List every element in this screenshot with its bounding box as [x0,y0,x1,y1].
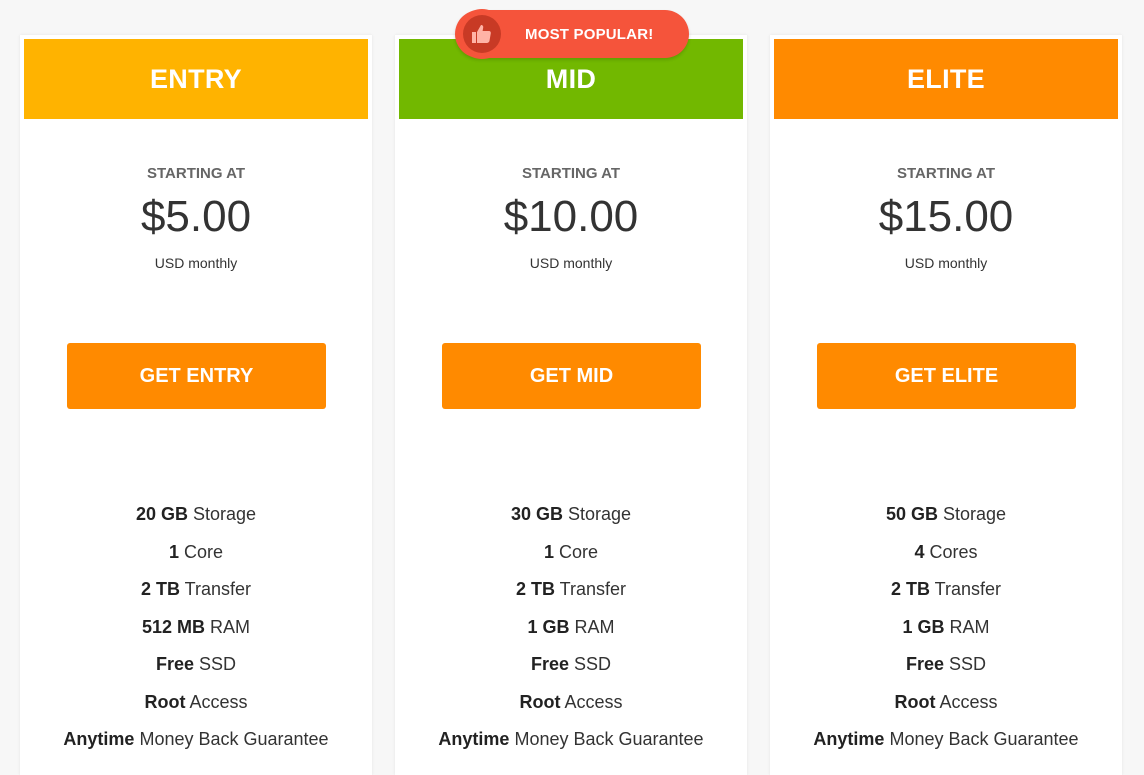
plan-card-elite: ELITE STARTING AT $15.00 USD monthly GET… [770,35,1122,775]
plan-card-entry: ENTRY STARTING AT $5.00 USD monthly GET … [20,35,372,775]
feature-item: 2 TB Transfer [515,579,627,599]
starting-at-label: STARTING AT [521,165,621,182]
starting-at-label: STARTING AT [146,165,246,182]
feature-item: 50 GB Storage [885,504,1007,524]
feature-item: Anytime Money Back Guarantee [438,729,704,749]
feature-item: 4 Cores [914,541,978,562]
feature-item: Free SSD [530,654,612,674]
feature-item: 30 GB Storage [510,504,632,524]
billing-period: USD monthly [154,255,238,271]
feature-item: 2 TB Transfer [140,579,252,599]
get-entry-button[interactable]: GET ENTRY [67,343,326,409]
thumbs-up-icon [463,15,501,53]
feature-list: 50 GB Storage 4 Cores 2 TB Transfer 1 GB… [770,498,1122,761]
plan-card-mid: MID STARTING AT $10.00 USD monthly GET M… [395,35,747,775]
badge-label: MOST POPULAR! [525,25,654,43]
feature-item: 1 Core [543,541,599,562]
plan-header-elite: ELITE [774,39,1118,119]
feature-item: 1 GB RAM [902,616,990,637]
feature-item: Anytime Money Back Guarantee [63,729,329,749]
get-mid-button[interactable]: GET MID [442,343,701,409]
billing-period: USD monthly [529,255,613,271]
feature-item: Free SSD [155,654,237,674]
feature-item: 512 MB RAM [141,616,251,637]
feature-item: 2 TB Transfer [890,579,1002,599]
feature-item: Free SSD [905,654,987,674]
feature-item: 1 GB RAM [527,616,615,637]
plan-price: $10.00 [503,192,639,241]
feature-item: 20 GB Storage [135,504,257,524]
feature-item: 1 Core [168,541,224,562]
most-popular-badge: MOST POPULAR! [455,9,689,59]
feature-list: 30 GB Storage 1 Core 2 TB Transfer 1 GB … [395,498,747,761]
plan-price: $15.00 [878,192,1014,241]
feature-item: Root Access [144,691,248,712]
feature-list: 20 GB Storage 1 Core 2 TB Transfer 512 M… [20,498,372,761]
billing-period: USD monthly [904,255,988,271]
starting-at-label: STARTING AT [896,165,996,182]
feature-item: Anytime Money Back Guarantee [813,729,1079,749]
feature-item: Root Access [894,691,998,712]
plan-header-entry: ENTRY [24,39,368,119]
badge-icon-circle [457,9,507,59]
get-elite-button[interactable]: GET ELITE [817,343,1076,409]
feature-item: Root Access [519,691,623,712]
plan-price: $5.00 [140,192,252,241]
